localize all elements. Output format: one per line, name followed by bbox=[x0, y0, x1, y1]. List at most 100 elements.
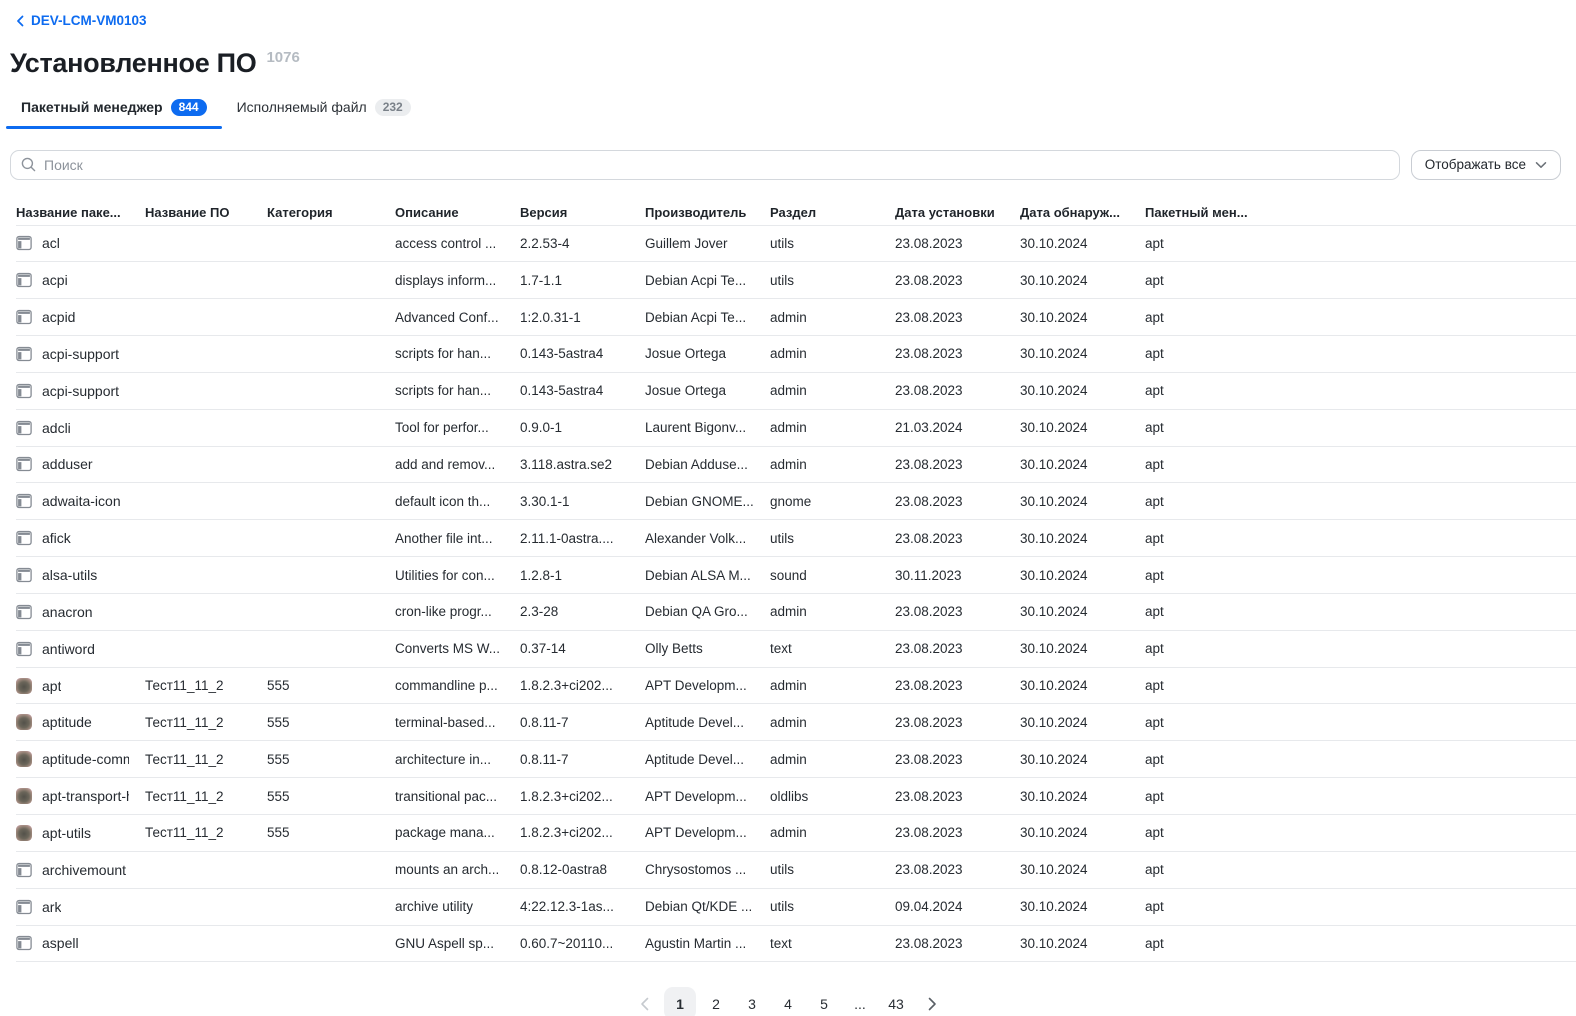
column-header-0[interactable]: Название паке... bbox=[16, 205, 145, 220]
package-name-cell: aspell bbox=[16, 935, 145, 951]
package-name-cell: adduser bbox=[16, 456, 145, 472]
pagination-page-2[interactable]: 2 bbox=[700, 987, 732, 1016]
table-row[interactable]: aspellGNU Aspell sp...0.60.7~20110...Agu… bbox=[16, 926, 1576, 963]
package-manager-cell: apt bbox=[1145, 494, 1576, 509]
software-image-icon bbox=[16, 714, 32, 730]
table-row[interactable]: alsa-utilsUtilities for con...1.2.8-1Deb… bbox=[16, 557, 1576, 594]
package-icon bbox=[16, 493, 32, 509]
version-cell: 1.2.8-1 bbox=[520, 568, 645, 583]
package-manager-cell: apt bbox=[1145, 236, 1576, 251]
description-cell: Converts MS W... bbox=[395, 641, 520, 656]
table-row[interactable]: adduseradd and remov...3.118.astra.se2De… bbox=[16, 447, 1576, 484]
software-name-cell: Тест11_11_2 bbox=[145, 678, 267, 693]
package-manager-cell: apt bbox=[1145, 678, 1576, 693]
discovery-date-cell: 30.10.2024 bbox=[1020, 457, 1145, 472]
search-input[interactable] bbox=[44, 157, 1389, 173]
install-date-cell: 23.08.2023 bbox=[895, 346, 1020, 361]
pagination-page-3[interactable]: 3 bbox=[736, 987, 768, 1016]
install-date-cell: 09.04.2024 bbox=[895, 899, 1020, 914]
package-icon bbox=[16, 309, 32, 325]
package-name: adcli bbox=[42, 420, 71, 436]
package-name-cell: acl bbox=[16, 235, 145, 251]
package-manager-cell: apt bbox=[1145, 862, 1576, 877]
section-cell: admin bbox=[770, 715, 895, 730]
back-link[interactable]: DEV-LCM-VM0103 bbox=[16, 13, 147, 28]
section-cell: utils bbox=[770, 531, 895, 546]
tab-executable-file[interactable]: Исполняемый файл 232 bbox=[222, 93, 426, 129]
table-row[interactable]: acpidAdvanced Conf...1:2.0.31-1Debian Ac… bbox=[16, 299, 1576, 336]
table-row[interactable]: anacroncron-like progr...2.3-28Debian QA… bbox=[16, 594, 1576, 631]
column-header-1[interactable]: Название ПО bbox=[145, 205, 267, 220]
table-row[interactable]: adwaita-icondefault icon th...3.30.1-1De… bbox=[16, 483, 1576, 520]
table-row[interactable]: archivemountmounts an arch...0.8.12-0ast… bbox=[16, 852, 1576, 889]
producer-cell: Laurent Bigonv... bbox=[645, 420, 770, 435]
table-row[interactable]: apt-transport-httpsТест11_11_2555transit… bbox=[16, 778, 1576, 815]
column-header-7[interactable]: Дата установки bbox=[895, 205, 1020, 220]
table-row[interactable]: aclaccess control ...2.2.53-4Guillem Jov… bbox=[16, 226, 1576, 263]
package-icon bbox=[16, 235, 32, 251]
package-icon bbox=[16, 420, 32, 436]
chevron-right-icon bbox=[928, 997, 937, 1011]
tab-package-manager[interactable]: Пакетный менеджер 844 bbox=[6, 93, 222, 129]
table-row[interactable]: apt-utilsТест11_11_2555package mana...1.… bbox=[16, 815, 1576, 852]
display-all-dropdown[interactable]: Отображать все bbox=[1411, 150, 1561, 180]
table-row[interactable]: adcliTool for perfor...0.9.0-1Laurent Bi… bbox=[16, 410, 1576, 447]
package-icon bbox=[16, 272, 32, 288]
table-row[interactable]: acpidisplays inform...1.7-1.1Debian Acpi… bbox=[16, 262, 1576, 299]
version-cell: 3.30.1-1 bbox=[520, 494, 645, 509]
table-row[interactable]: aptitude-commonТест11_11_2555architectur… bbox=[16, 741, 1576, 778]
pagination-page-43[interactable]: 43 bbox=[880, 987, 912, 1016]
description-cell: mounts an arch... bbox=[395, 862, 520, 877]
table-row[interactable]: arkarchive utility4:22.12.3-1as...Debian… bbox=[16, 889, 1576, 926]
description-cell: displays inform... bbox=[395, 273, 520, 288]
section-cell: utils bbox=[770, 236, 895, 251]
version-cell: 0.8.11-7 bbox=[520, 752, 645, 767]
pagination-next-button[interactable] bbox=[916, 987, 948, 1016]
table-row[interactable]: aptitudeТест11_11_2555terminal-based...0… bbox=[16, 704, 1576, 741]
package-name: apt bbox=[42, 678, 61, 694]
software-name-cell: Тест11_11_2 bbox=[145, 715, 267, 730]
discovery-date-cell: 30.10.2024 bbox=[1020, 752, 1145, 767]
pagination-page-1[interactable]: 1 bbox=[664, 987, 696, 1016]
column-header-6[interactable]: Раздел bbox=[770, 205, 895, 220]
package-name-cell: archivemount bbox=[16, 862, 145, 878]
search-box[interactable] bbox=[10, 150, 1400, 180]
package-name-cell: acpid bbox=[16, 309, 145, 325]
table-row[interactable]: acpi-supportscripts for han...0.143-5ast… bbox=[16, 336, 1576, 373]
description-cell: architecture in... bbox=[395, 752, 520, 767]
producer-cell: Debian Acpi Te... bbox=[645, 310, 770, 325]
package-name-cell: afick bbox=[16, 530, 145, 546]
producer-cell: Alexander Volk... bbox=[645, 531, 770, 546]
description-cell: transitional pac... bbox=[395, 789, 520, 804]
installed-software-table: Название паке...Название ПОКатегорияОпис… bbox=[0, 201, 1576, 963]
package-manager-cell: apt bbox=[1145, 273, 1576, 288]
column-header-3[interactable]: Описание bbox=[395, 205, 520, 220]
package-name: aptitude bbox=[42, 714, 92, 730]
package-name-cell: adwaita-icon bbox=[16, 493, 145, 509]
table-row[interactable]: antiwordConverts MS W...0.37-14Olly Bett… bbox=[16, 631, 1576, 668]
discovery-date-cell: 30.10.2024 bbox=[1020, 383, 1145, 398]
package-icon bbox=[16, 641, 32, 657]
discovery-date-cell: 30.10.2024 bbox=[1020, 862, 1145, 877]
package-name: acpi bbox=[42, 272, 68, 288]
software-image-icon bbox=[16, 751, 32, 767]
column-header-9[interactable]: Пакетный мен... bbox=[1145, 205, 1576, 220]
install-date-cell: 23.08.2023 bbox=[895, 936, 1020, 951]
pagination-page-5[interactable]: 5 bbox=[808, 987, 840, 1016]
column-header-5[interactable]: Производитель bbox=[645, 205, 770, 220]
package-name-cell: antiword bbox=[16, 641, 145, 657]
package-name-cell: apt bbox=[16, 678, 145, 694]
column-header-2[interactable]: Категория bbox=[267, 205, 395, 220]
table-row[interactable]: afickAnother file int...2.11.1-0astra...… bbox=[16, 520, 1576, 557]
pagination-prev-button[interactable] bbox=[628, 987, 660, 1016]
table-row[interactable]: aptТест11_11_2555commandline p...1.8.2.3… bbox=[16, 668, 1576, 705]
discovery-date-cell: 30.10.2024 bbox=[1020, 715, 1145, 730]
table-row[interactable]: acpi-supportscripts for han...0.143-5ast… bbox=[16, 373, 1576, 410]
package-icon bbox=[16, 456, 32, 472]
producer-cell: Chrysostomos ... bbox=[645, 862, 770, 877]
column-header-4[interactable]: Версия bbox=[520, 205, 645, 220]
display-all-label: Отображать все bbox=[1425, 157, 1526, 172]
column-header-8[interactable]: Дата обнаруж... bbox=[1020, 205, 1145, 220]
install-date-cell: 23.08.2023 bbox=[895, 789, 1020, 804]
pagination-page-4[interactable]: 4 bbox=[772, 987, 804, 1016]
